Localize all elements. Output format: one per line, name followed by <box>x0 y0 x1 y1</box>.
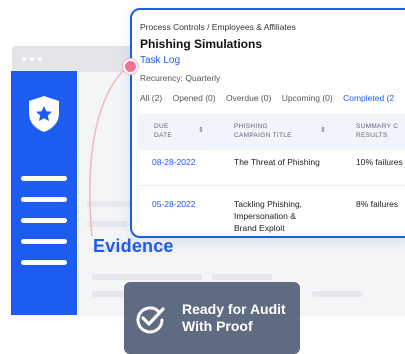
placeholder-line <box>312 291 362 297</box>
header-line: CAMPAIGN TITLE <box>234 132 292 139</box>
header-line: RESULTS <box>356 132 388 139</box>
sidebar-item[interactable] <box>21 176 67 181</box>
placeholder-line <box>92 274 202 280</box>
window-dot <box>30 57 34 61</box>
tab-all[interactable]: All (2) <box>140 93 162 103</box>
header-line: DATE <box>154 132 173 139</box>
table-row[interactable]: 05-28-2022 Tackling Phishing, Impersonat… <box>138 198 405 236</box>
tab-completed[interactable]: Completed (2 <box>343 93 394 103</box>
tab-opened[interactable]: Opened (0) <box>173 93 216 103</box>
filter-tabs: All (2) Opened (0) Overdue (0) Upcoming … <box>140 93 402 103</box>
sidebar-item[interactable] <box>21 197 67 202</box>
tab-overdue[interactable]: Overdue (0) <box>226 93 271 103</box>
recurrency-text: Recurency: Quarterly <box>140 73 221 83</box>
column-header-campaign-title[interactable]: PHISHING CAMPAIGN TITLE <box>234 122 292 140</box>
placeholder-line <box>87 221 127 227</box>
sidebar <box>11 71 77 315</box>
header-line: SUMMARY C <box>356 123 399 130</box>
sidebar-item[interactable] <box>21 260 67 265</box>
title-line: Brand Exploit <box>234 223 285 233</box>
audit-ready-badge: Ready for Audit With Proof <box>124 282 300 354</box>
campaign-title: Tackling Phishing, Impersonation & Brand… <box>234 198 302 234</box>
due-date-link[interactable]: 05-28-2022 <box>152 198 195 210</box>
breadcrumb[interactable]: Process Controls / Employees & Affiliate… <box>140 22 296 32</box>
title-line: Impersonation & <box>234 211 296 221</box>
sidebar-item[interactable] <box>21 218 67 223</box>
task-log-card: Process Controls / Employees & Affiliate… <box>130 8 405 238</box>
table-row[interactable]: 08-28-2022 The Threat of Phishing 10% fa… <box>138 156 405 186</box>
sidebar-item[interactable] <box>21 239 67 244</box>
column-header-summary-results[interactable]: SUMMARY C RESULTS <box>356 122 398 140</box>
task-log-link[interactable]: Task Log <box>140 55 180 66</box>
badge-line: Ready for Audit <box>182 301 286 317</box>
row-divider <box>138 185 405 186</box>
title-line: Tackling Phishing, <box>234 199 303 209</box>
header-line: DUE <box>154 123 169 130</box>
check-circle-icon <box>136 306 165 334</box>
campaign-title: The Threat of Phishing <box>234 157 320 167</box>
window-dot <box>38 57 42 61</box>
summary-results: 10% failures <box>356 157 403 167</box>
column-header-due-date[interactable]: DUE DATE <box>154 122 172 140</box>
sort-icon[interactable]: ⇕ <box>320 126 326 134</box>
page-title: Phishing Simulations <box>140 37 263 51</box>
badge-line: With Proof <box>182 318 253 334</box>
sort-icon[interactable]: ⇕ <box>198 126 204 134</box>
table-header: DUE DATE ⇕ PHISHING CAMPAIGN TITLE ⇕ SUM… <box>138 114 405 150</box>
tab-upcoming[interactable]: Upcoming (0) <box>282 93 333 103</box>
window-dot <box>22 57 26 61</box>
summary-results: 8% failures <box>356 199 399 209</box>
shield-star-icon <box>29 96 59 132</box>
evidence-label: Evidence <box>93 236 174 256</box>
link-dot <box>123 59 138 74</box>
badge-text: Ready for Audit With Proof <box>182 301 286 335</box>
header-line: PHISHING <box>234 123 268 130</box>
placeholder-line <box>212 274 272 280</box>
due-date-link[interactable]: 08-28-2022 <box>152 156 195 168</box>
